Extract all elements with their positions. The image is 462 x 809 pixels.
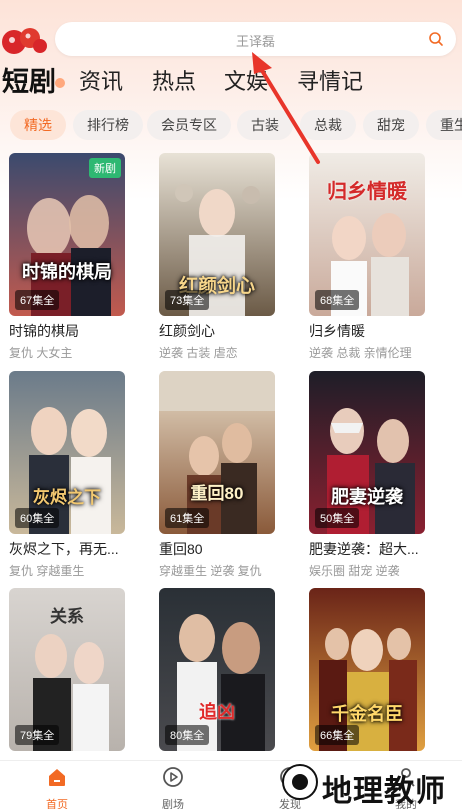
drama-card[interactable]: 肥妻逆袭 50集全 肥妻逆袭：超大... 娱乐圈 甜宠 逆袭 — [309, 371, 425, 579]
nav-label: 首页 — [46, 799, 68, 809]
drama-tags: 穿越重生 逆袭 复仇 — [159, 564, 262, 578]
drama-title: 重回80 — [159, 541, 203, 557]
drama-tags: 复仇 大女主 — [9, 346, 73, 360]
drama-card[interactable]: 红颜剑心 73集全 红颜剑心 逆袭 古装 虐恋 — [159, 153, 275, 361]
home-icon — [49, 769, 65, 786]
watermark: 地理教师 — [280, 760, 462, 809]
poster-title: 千金名臣 — [331, 704, 403, 724]
nav-theater[interactable]: 剧场 — [133, 765, 213, 809]
drama-title: 肥妻逆袭：超大... — [309, 541, 419, 557]
drama-title: 时锦的棋局 — [9, 323, 79, 339]
poster-title: 灰烬之下 — [33, 488, 101, 507]
episode-count: 50集全 — [315, 508, 360, 528]
search-placeholder: 王译磊 — [235, 34, 275, 49]
drama-card[interactable]: 灰烬之下 60集全 灰烬之下，再无... 复仇 穿越重生 — [9, 371, 125, 579]
drama-poster[interactable]: 追凶 80集全 — [159, 588, 275, 751]
chip-rebirth[interactable]: 重生 — [426, 110, 462, 140]
chip-featured[interactable]: 精选 — [10, 110, 66, 140]
tab-short-drama[interactable]: 短剧 — [2, 66, 56, 98]
filter-chips: 精选 排行榜 会员专区 古装 总裁 甜宠 重生 — [0, 110, 462, 142]
episode-count: 67集全 — [15, 290, 60, 310]
tab-news[interactable]: 资讯 — [79, 66, 123, 98]
nav-label: 剧场 — [162, 799, 184, 809]
watermark-logo — [282, 764, 318, 800]
drama-title: 归乡情暖 — [309, 323, 365, 339]
drama-tags: 逆袭 古装 虐恋 — [159, 346, 238, 360]
poster-title: 追凶 — [199, 702, 235, 722]
active-tab-indicator — [55, 78, 65, 88]
tab-xunqingji[interactable]: 寻情记 — [297, 66, 363, 98]
drama-card[interactable]: 关系 79集全 — [9, 588, 125, 751]
nav-home[interactable]: 首页 — [17, 765, 97, 809]
episode-count: 60集全 — [15, 508, 60, 528]
drama-card[interactable]: 重回80 61集全 重回80 穿越重生 逆袭 复仇 — [159, 371, 275, 579]
drama-poster[interactable]: 灰烬之下 60集全 — [9, 371, 125, 534]
episode-count: 61集全 — [165, 508, 210, 528]
episode-count: 68集全 — [315, 290, 360, 310]
drama-tags: 娱乐圈 甜宠 逆袭 — [309, 564, 400, 578]
drama-tags: 复仇 穿越重生 — [9, 564, 85, 578]
drama-title: 红颜剑心 — [159, 323, 215, 339]
poster-title: 肥妻逆袭 — [331, 487, 403, 507]
episode-count: 80集全 — [165, 725, 210, 745]
drama-poster[interactable]: 肥妻逆袭 50集全 — [309, 371, 425, 534]
drama-poster[interactable]: 关系 79集全 — [9, 588, 125, 751]
drama-poster[interactable]: 千金名臣 66集全 — [309, 588, 425, 751]
drama-poster[interactable]: 红颜剑心 73集全 — [159, 153, 275, 316]
watermark-text: 地理教师 — [322, 774, 446, 809]
poster-title: 归乡情暖 — [327, 181, 407, 203]
drama-poster[interactable]: 归乡情暖 68集全 — [309, 153, 425, 316]
new-badge: 新剧 — [89, 158, 121, 178]
drama-poster[interactable]: 新剧 时锦的棋局 67集全 — [9, 153, 125, 316]
tab-entertainment[interactable]: 文娱 — [224, 66, 268, 98]
drama-poster[interactable]: 重回80 61集全 — [159, 371, 275, 534]
chip-vip[interactable]: 会员专区 — [147, 110, 231, 140]
drama-title: 灰烬之下，再无... — [9, 541, 119, 557]
drama-card[interactable]: 归乡情暖 68集全 归乡情暖 逆袭 总裁 亲情伦理 — [309, 153, 425, 361]
app-logo — [0, 22, 48, 62]
chip-sweet[interactable]: 甜宠 — [363, 110, 419, 140]
drama-tags: 逆袭 总裁 亲情伦理 — [309, 346, 412, 360]
chip-costume[interactable]: 古装 — [237, 110, 293, 140]
chip-ceo[interactable]: 总裁 — [300, 110, 356, 140]
search-bar[interactable]: 王译磊 — [55, 22, 456, 56]
drama-card[interactable]: 千金名臣 66集全 — [309, 588, 425, 751]
play-circle-icon — [163, 767, 183, 787]
poster-title: 关系 — [50, 607, 84, 626]
poster-title: 重回80 — [190, 484, 244, 503]
drama-card[interactable]: 追凶 80集全 — [159, 588, 275, 751]
episode-count: 79集全 — [15, 725, 60, 745]
tab-hot[interactable]: 热点 — [152, 66, 196, 98]
chip-ranking[interactable]: 排行榜 — [73, 110, 143, 140]
episode-count: 73集全 — [165, 290, 210, 310]
episode-count: 66集全 — [315, 725, 360, 745]
drama-card[interactable]: 新剧 时锦的棋局 67集全 时锦的棋局 复仇 大女主 — [9, 153, 125, 361]
category-tabs: 短剧 资讯 热点 文娱 寻情记 — [0, 66, 462, 102]
poster-title: 时锦的棋局 — [22, 262, 112, 282]
search-icon[interactable] — [428, 31, 444, 47]
